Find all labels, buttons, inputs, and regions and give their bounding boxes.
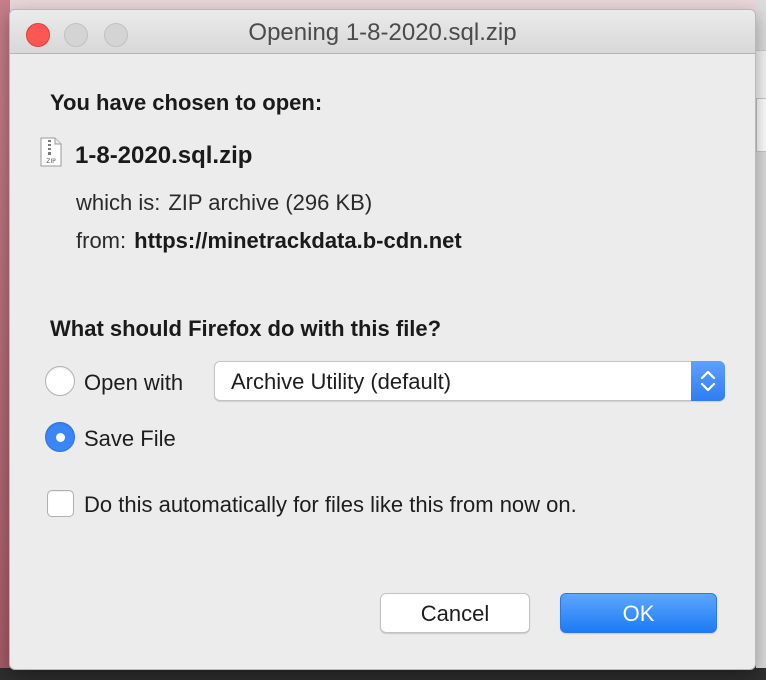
background-window-right bbox=[756, 0, 766, 680]
save-file-label[interactable]: Save File bbox=[84, 426, 176, 452]
open-with-label[interactable]: Open with bbox=[84, 370, 183, 396]
file-source-line: from: https://minetrackdata.b-cdn.net bbox=[76, 228, 462, 254]
auto-action-label[interactable]: Do this automatically for files like thi… bbox=[84, 492, 577, 518]
open-with-app-select[interactable]: Archive Utility (default) bbox=[214, 361, 725, 401]
open-with-app-value: Archive Utility (default) bbox=[231, 369, 452, 394]
title-bar: Opening 1-8-2020.sql.zip bbox=[10, 10, 755, 54]
chosen-to-open-heading: You have chosen to open: bbox=[50, 90, 323, 115]
window-title: Opening 1-8-2020.sql.zip bbox=[248, 19, 517, 46]
file-type-value: ZIP archive (296 KB) bbox=[168, 190, 373, 215]
zip-icon-label: ZIP bbox=[46, 158, 56, 165]
file-name: 1-8-2020.sql.zip bbox=[75, 142, 253, 169]
background-field bbox=[756, 98, 766, 152]
download-dialog: Opening 1-8-2020.sql.zip You have chosen… bbox=[9, 9, 756, 670]
radio-selected-dot bbox=[56, 433, 65, 442]
file-type-label: which is: bbox=[76, 190, 161, 215]
zip-file-icon: ZIP bbox=[40, 137, 62, 167]
file-source-label: from: bbox=[76, 228, 127, 253]
ok-button[interactable]: OK bbox=[560, 593, 717, 633]
file-source-url: https://minetrackdata.b-cdn.net bbox=[134, 228, 462, 253]
save-file-radio[interactable] bbox=[45, 422, 75, 452]
file-type-line: which is: ZIP archive (296 KB) bbox=[76, 190, 372, 216]
auto-action-checkbox[interactable] bbox=[47, 490, 74, 517]
open-with-radio[interactable] bbox=[45, 366, 75, 396]
file-action-heading: What should Firefox do with this file? bbox=[50, 316, 442, 341]
select-arrows-icon bbox=[691, 361, 725, 401]
cancel-button[interactable]: Cancel bbox=[380, 593, 530, 633]
